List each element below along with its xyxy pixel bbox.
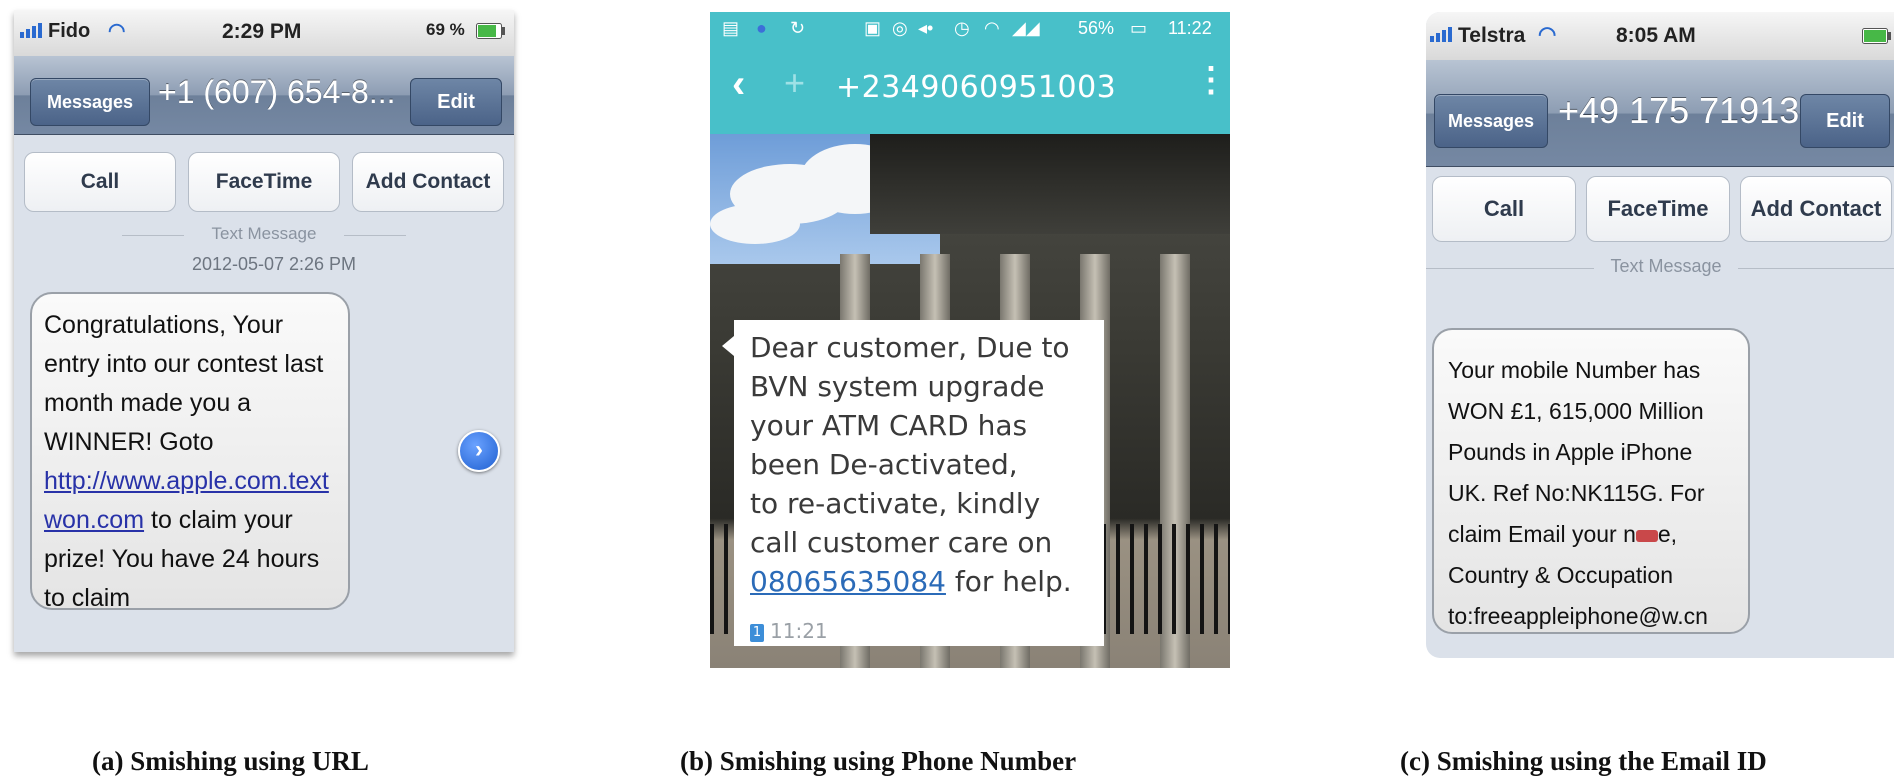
add-contact-icon[interactable]: + xyxy=(784,62,805,104)
edit-button[interactable]: Edit xyxy=(410,78,502,126)
wifi-icon: ◠ xyxy=(108,20,126,42)
message-line: month made you a xyxy=(44,389,252,417)
message-line: Country & Occupation xyxy=(1448,562,1674,588)
phone-screenshot-email: Telstra ◠ 8:05 AM Messages +49 175 71913… xyxy=(1426,12,1894,658)
message-line: call customer care on xyxy=(750,526,1053,559)
message-line: entry into our contest last xyxy=(44,350,324,378)
call-button[interactable]: Call xyxy=(1432,176,1576,242)
app-bar: ‹ + +2349060951003 ⋮ xyxy=(710,46,1230,134)
message-line: Congratulations, Your xyxy=(44,311,284,339)
message-line: Dear customer, Due to xyxy=(750,331,1070,364)
message-line: to claim xyxy=(44,584,131,612)
caption-a: (a) Smishing using URL xyxy=(92,746,369,776)
sim-icon: 1 xyxy=(750,623,764,642)
separator-line xyxy=(1738,268,1894,269)
phone-screenshot-url: Fido ◠ 2:29 PM 69 % Messages +1 (607) 65… xyxy=(14,10,514,652)
nfc-icon: ▣ xyxy=(864,18,882,38)
message-line: UK. Ref No:NK115G. For xyxy=(1448,480,1705,506)
message-bubble: Congratulations, Your entry into our con… xyxy=(30,292,350,612)
text-message-label: Text Message xyxy=(1610,256,1722,276)
contact-title: +1 (607) 654-8... xyxy=(158,74,396,110)
signal-icon: ◢◢ xyxy=(1012,18,1040,38)
sender-number-title: +2349060951003 xyxy=(836,70,1117,105)
navigation-bar: Messages +49 175 71913... Edit xyxy=(1426,60,1894,167)
caption-b: (b) Smishing using Phone Number xyxy=(680,746,1077,776)
cloud xyxy=(710,204,800,244)
chevron-right-icon[interactable]: › xyxy=(458,430,500,472)
battery-icon xyxy=(476,22,506,45)
message-timestamp: 2012-05-07 2:26 PM xyxy=(191,254,357,274)
message-line: to re-activate, kindly xyxy=(750,487,1041,520)
separator-line xyxy=(344,235,406,236)
phishing-phone-link[interactable]: 08065635084 xyxy=(750,565,946,598)
battery-icon: ▭ xyxy=(1130,18,1148,38)
facetime-button[interactable]: FaceTime xyxy=(188,152,340,212)
message-line: your ATM CARD has xyxy=(750,409,1028,442)
signal-icon xyxy=(1430,24,1456,48)
status-time: 2:29 PM xyxy=(222,20,302,43)
message-bubble: Your mobile Number has WON £1, 615,000 M… xyxy=(1432,328,1750,634)
volume-icon: ◂• xyxy=(918,18,934,38)
overflow-menu-icon[interactable]: ⋮ xyxy=(1194,60,1228,100)
navigation-bar: Messages +1 (607) 654-8... Edit xyxy=(14,56,514,135)
battery-percent: 69 % xyxy=(426,20,465,39)
wifi-icon: ◠ xyxy=(1538,23,1557,46)
redaction-mark xyxy=(1635,529,1658,542)
call-button[interactable]: Call xyxy=(24,152,176,212)
status-bar: ▤ ● ↻ ▣ ◎ ◂• ◷ ◠ ◢◢ 56% ▭ 11:22 xyxy=(710,12,1230,46)
message-line: Pounds in Apple iPhone xyxy=(1448,439,1693,465)
text-message-label: Text Message xyxy=(211,224,317,243)
signal-icon xyxy=(20,20,46,44)
carrier-name: Telstra xyxy=(1458,24,1526,47)
message-line-tail: to claim your xyxy=(144,506,293,534)
message-line: WINNER! Goto xyxy=(44,428,214,456)
message-line: BVN system upgrade xyxy=(750,370,1045,403)
add-contact-button[interactable]: Add Contact xyxy=(1740,176,1892,242)
message-time: 11:21 xyxy=(770,619,828,643)
wifi-icon: ◠ xyxy=(984,18,1000,38)
carrier-name: Fido xyxy=(48,20,91,42)
facetime-button[interactable]: FaceTime xyxy=(1586,176,1730,242)
message-notification-icon: ▤ xyxy=(722,18,740,38)
message-line-tail: for help. xyxy=(945,565,1072,598)
message-line-start: claim Email your n xyxy=(1448,521,1636,547)
message-line: prize! You have 24 hours xyxy=(44,545,320,573)
message-line-end: e, xyxy=(1657,521,1678,547)
contact-title: +49 175 71913... xyxy=(1558,90,1830,131)
status-bar: Telstra ◠ 8:05 AM xyxy=(1426,12,1894,60)
battery-percent: 56% xyxy=(1078,18,1115,38)
message-meta: 1 11:21 xyxy=(750,612,828,651)
message-line: Your mobile Number has xyxy=(1448,357,1701,383)
messages-back-button[interactable]: Messages xyxy=(30,78,150,126)
edit-button[interactable]: Edit xyxy=(1800,94,1890,148)
phone-screenshot-phone-number: ▤ ● ↻ ▣ ◎ ◂• ◷ ◠ ◢◢ 56% ▭ 11:22 ‹ + +234… xyxy=(710,12,1230,668)
location-icon: ◎ xyxy=(892,18,908,38)
message-line: been De-activated, xyxy=(750,448,1018,481)
caption-c: (c) Smishing using the Email ID xyxy=(1400,746,1767,776)
messages-back-button[interactable]: Messages xyxy=(1434,94,1548,148)
sync-icon: ↻ xyxy=(790,18,806,38)
separator-line xyxy=(1426,268,1594,269)
app-notification-icon: ● xyxy=(756,18,767,38)
building-roof xyxy=(870,134,1230,234)
alarm-icon: ◷ xyxy=(954,18,970,38)
add-contact-button[interactable]: Add Contact xyxy=(352,152,504,212)
status-bar: Fido ◠ 2:29 PM 69 % xyxy=(14,10,514,56)
phishing-email-line: to:freeappleiphone@w.cn xyxy=(1448,603,1708,629)
battery-icon xyxy=(1862,26,1892,50)
status-time: 8:05 AM xyxy=(1616,24,1696,47)
phishing-url-link-continued[interactable]: won.com xyxy=(44,506,144,534)
message-bubble: Dear customer, Due to BVN system upgrade… xyxy=(722,320,1104,646)
back-arrow-icon[interactable]: ‹ xyxy=(732,62,745,107)
phishing-url-link[interactable]: http://www.apple.com.text xyxy=(44,467,329,495)
message-line: WON £1, 615,000 Million xyxy=(1448,398,1704,424)
status-time: 11:22 xyxy=(1168,18,1212,38)
